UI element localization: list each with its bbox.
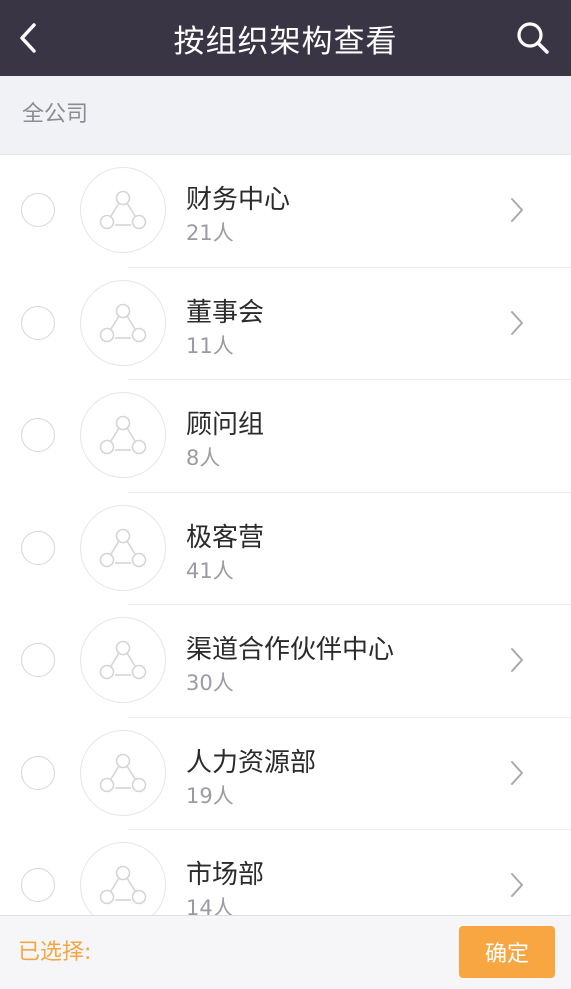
group-avatar [80,279,166,366]
group-avatar [80,167,166,253]
department-row[interactable]: 顾问组 8人 [0,380,571,493]
chevron-right-icon[interactable] [507,645,527,675]
group-avatar [80,617,166,703]
bottom-bar: 已选择: 确定 [0,915,571,989]
group-avatar [80,504,166,591]
member-count: 19人 [186,783,234,808]
chevron-right-icon[interactable] [507,870,527,900]
department-row[interactable]: 人力资源部 19人 [0,717,571,830]
search-button[interactable] [513,18,553,58]
page-title: 按组织架构查看 [173,23,398,60]
select-radio[interactable] [21,643,55,677]
member-count: 30人 [186,671,234,695]
select-radio[interactable] [21,305,55,340]
member-count: 8人 [186,446,221,470]
confirm-button[interactable]: 确定 [459,926,555,978]
department-name: 财务中心 [186,185,291,215]
department-row[interactable]: 董事会 11人 [0,267,571,380]
department-name: 渠道合作伙伴中心 [186,635,395,665]
breadcrumb-root[interactable]: 全公司 [22,76,88,154]
department-list: 财务中心 21人 董事会 11人 顾问组 8人 极客营 41人 渠道合作伙伴中心… [0,155,571,915]
select-radio[interactable] [21,755,55,790]
department-row[interactable]: 财务中心 21人 [0,155,571,268]
member-count: 41人 [186,558,234,583]
select-radio[interactable] [21,193,55,227]
member-count: 11人 [186,333,234,358]
select-radio[interactable] [21,530,55,565]
top-bar: 按组织架构查看 [0,0,571,76]
group-icon [99,528,147,567]
department-row[interactable]: 市场部 14人 [0,830,571,915]
department-row[interactable]: 渠道合作伙伴中心 30人 [0,605,571,718]
chevron-right-icon[interactable] [507,308,527,338]
search-icon [517,22,549,54]
selected-label: 已选择: [18,940,92,965]
group-avatar [80,842,166,915]
department-name: 董事会 [186,297,265,328]
member-count: 21人 [186,221,234,245]
group-icon [99,640,147,680]
select-radio[interactable] [21,418,55,452]
chevron-right-icon[interactable] [507,758,527,788]
group-icon [99,865,147,905]
group-icon [99,753,147,792]
group-icon [99,303,147,342]
group-icon [99,415,147,455]
department-name: 市场部 [186,860,265,890]
group-icon [99,190,147,230]
department-name: 顾问组 [186,410,265,440]
department-name: 人力资源部 [186,747,317,778]
group-avatar [80,729,166,816]
department-row[interactable]: 极客营 41人 [0,492,571,605]
department-name: 极客营 [186,522,265,553]
breadcrumb: 全公司 [0,76,571,155]
member-count: 14人 [186,896,234,915]
chevron-right-icon[interactable] [507,195,527,225]
group-avatar [80,392,166,478]
select-radio[interactable] [21,868,55,902]
